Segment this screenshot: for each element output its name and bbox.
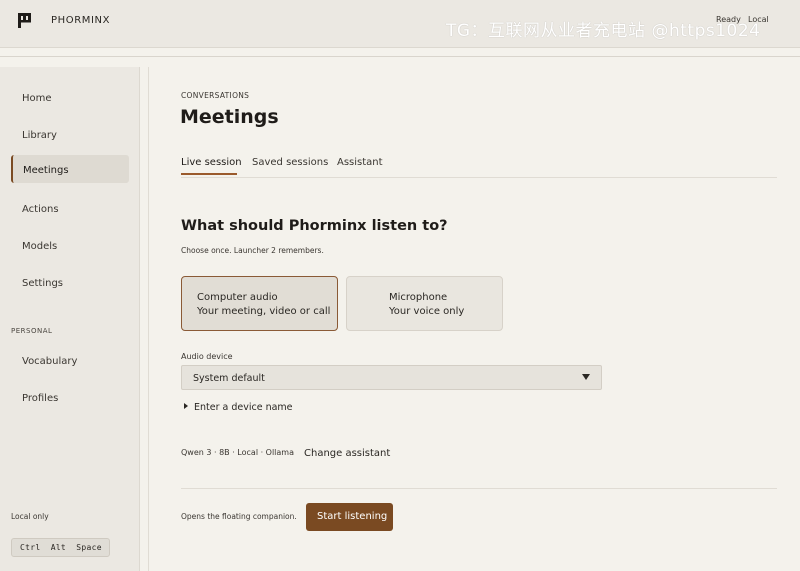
sidebar-item-home[interactable]: Home bbox=[11, 85, 129, 113]
tab-saved-sessions[interactable]: Saved sessions bbox=[252, 157, 328, 168]
listen-source-question: What should Phorminx listen to? bbox=[181, 218, 448, 234]
watermark-text: TG：互联网从业者充电站 @https1024 bbox=[446, 21, 761, 41]
tab-assistant[interactable]: Assistant bbox=[337, 157, 383, 168]
audio-device-value: System default bbox=[193, 373, 265, 384]
page-title: Meetings bbox=[180, 106, 279, 128]
sidebar-section-personal: PERSONAL bbox=[11, 327, 53, 335]
disclosure-triangle-icon bbox=[184, 403, 188, 409]
tab-live-session[interactable]: Live session bbox=[181, 157, 242, 168]
phorminx-logo-icon bbox=[18, 13, 31, 28]
sidebar-item-meetings[interactable]: Meetings bbox=[11, 155, 129, 183]
section-eyebrow: CONVERSATIONS bbox=[181, 91, 250, 100]
status-mode: Local bbox=[748, 15, 769, 24]
enter-device-name-toggle[interactable]: Enter a device name bbox=[184, 402, 293, 413]
status-indicator: Ready bbox=[716, 15, 741, 24]
footer-divider bbox=[181, 488, 777, 489]
sidebar-item-settings[interactable]: Settings bbox=[11, 270, 129, 298]
audio-device-select[interactable]: System default bbox=[181, 365, 602, 390]
sidebar-gutter bbox=[140, 67, 149, 571]
change-assistant-link[interactable]: Change assistant bbox=[304, 448, 390, 459]
tabs-divider bbox=[181, 177, 777, 178]
audio-device-label: Audio device bbox=[181, 352, 233, 361]
active-tab-indicator bbox=[181, 173, 237, 175]
sidebar-item-vocabulary[interactable]: Vocabulary bbox=[11, 348, 129, 376]
local-only-label: Local only bbox=[11, 512, 49, 521]
footer-note: Opens the floating companion. bbox=[181, 512, 297, 521]
chevron-down-icon bbox=[582, 374, 590, 380]
header-divider bbox=[0, 56, 800, 57]
option-subtitle: Your meeting, video or call bbox=[197, 306, 331, 317]
option-title: Microphone bbox=[389, 292, 448, 303]
listen-source-hint: Choose once. Launcher 2 remembers. bbox=[181, 246, 324, 255]
sidebar-item-actions[interactable]: Actions bbox=[11, 196, 129, 224]
top-bar: PHORMINX TG：互联网从业者充电站 @https1024 Ready L… bbox=[0, 0, 800, 48]
option-computer-audio[interactable]: Computer audio Your meeting, video or ca… bbox=[181, 276, 338, 331]
sidebar-item-models[interactable]: Models bbox=[11, 233, 129, 261]
start-listening-button[interactable]: Start listening bbox=[306, 503, 393, 531]
model-info: Qwen 3 · 8B · Local · Ollama bbox=[181, 448, 295, 457]
enter-device-name-label: Enter a device name bbox=[194, 402, 293, 413]
sidebar-item-profiles[interactable]: Profiles bbox=[11, 385, 129, 413]
option-title: Computer audio bbox=[197, 292, 278, 303]
keyboard-shortcut: Ctrl Alt Space bbox=[11, 538, 110, 557]
app-name: PHORMINX bbox=[51, 15, 111, 26]
sidebar-item-library[interactable]: Library bbox=[11, 122, 129, 150]
option-subtitle: Your voice only bbox=[389, 306, 465, 317]
option-microphone[interactable]: Microphone Your voice only bbox=[346, 276, 503, 331]
